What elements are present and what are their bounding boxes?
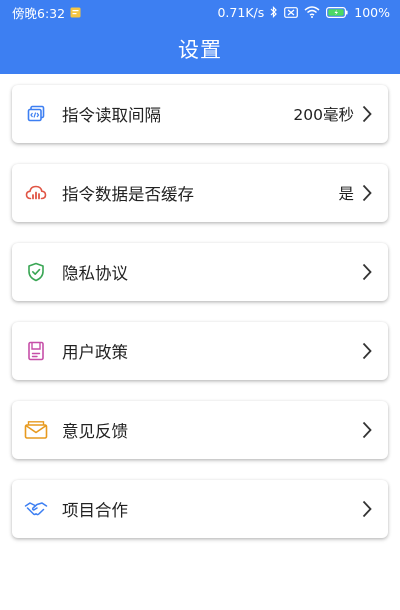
chevron-right-icon — [362, 263, 372, 281]
settings-item-cooperation[interactable]: 项目合作 — [12, 480, 388, 538]
wifi-icon — [304, 6, 320, 18]
settings-item-command-interval[interactable]: 指令读取间隔 200毫秒 — [12, 85, 388, 143]
settings-item-label: 隐私协议 — [62, 264, 128, 283]
settings-item-label: 意见反馈 — [62, 422, 128, 441]
chevron-right-icon — [362, 500, 372, 518]
cloud-chart-icon — [24, 181, 48, 205]
chevron-right-icon — [362, 342, 372, 360]
settings-item-feedback[interactable]: 意见反馈 — [12, 401, 388, 459]
document-icon — [24, 339, 48, 363]
settings-item-value: 200毫秒 — [293, 106, 354, 124]
settings-item-label: 指令读取间隔 — [62, 106, 161, 125]
chevron-right-icon — [362, 105, 372, 123]
handshake-icon — [24, 497, 48, 521]
chevron-right-icon — [362, 421, 372, 439]
app-header: 设置 — [0, 24, 400, 74]
settings-item-user-policy[interactable]: 用户政策 — [12, 322, 388, 380]
sim-icon — [284, 6, 299, 18]
settings-item-label: 指令数据是否缓存 — [62, 185, 194, 204]
status-right: 0.71K/s 100% — [217, 5, 390, 20]
battery-percent: 100% — [354, 4, 390, 20]
settings-screen: 傍晚6:32 0.71K/s 100% 设置 指令读取间隔 200毫秒 指令数据… — [0, 0, 400, 610]
network-speed: 0.71K/s — [217, 4, 265, 20]
status-time: 傍晚6:32 — [12, 5, 66, 21]
settings-item-label: 用户政策 — [62, 343, 128, 362]
settings-item-value: 是 — [338, 185, 354, 203]
settings-item-label: 项目合作 — [62, 501, 128, 520]
settings-item-privacy-policy[interactable]: 隐私协议 — [12, 243, 388, 301]
page-title: 设置 — [178, 38, 222, 62]
battery-icon — [326, 6, 348, 18]
status-bar: 傍晚6:32 0.71K/s 100% — [0, 0, 400, 24]
notification-icon — [70, 7, 81, 18]
status-left: 傍晚6:32 — [12, 3, 81, 22]
envelope-icon — [24, 418, 48, 442]
code-window-icon — [24, 102, 48, 126]
chevron-right-icon — [362, 184, 372, 202]
settings-item-data-cache[interactable]: 指令数据是否缓存 是 — [12, 164, 388, 222]
bluetooth-icon — [270, 6, 278, 18]
shield-check-icon — [24, 260, 48, 284]
